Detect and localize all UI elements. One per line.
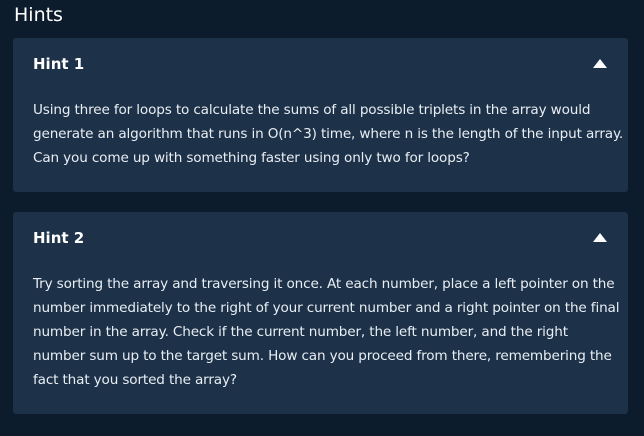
hint-1-body: Using three for loops to calculate the s…	[33, 98, 624, 170]
hint-1-line: Using three for loops to calculate the s…	[33, 102, 591, 118]
hint-card-1: Hint 1 Using three for loops to calculat…	[13, 38, 628, 192]
chevron-up-icon[interactable]	[593, 59, 607, 68]
hint-2-line: fact that you sorted the array?	[33, 372, 237, 388]
hint-2-toggle-header[interactable]: Hint 2	[13, 212, 628, 264]
hint-2-line: number immediately to the right of your …	[33, 300, 620, 316]
hint-2-line: number sum up to the target sum. How can…	[33, 348, 612, 364]
hint-1-line: generate an algorithm that runs in O(n^3…	[33, 126, 624, 142]
hint-1-toggle-header[interactable]: Hint 1	[13, 38, 628, 90]
hint-2-line: number in the array. Check if the curren…	[33, 324, 568, 340]
chevron-up-icon[interactable]	[593, 233, 607, 242]
hints-section-title: Hints	[14, 4, 63, 26]
hint-1-line: Can you come up with something faster us…	[33, 150, 470, 166]
hint-1-title: Hint 1	[33, 55, 85, 73]
hint-card-2: Hint 2 Try sorting the array and travers…	[13, 212, 628, 414]
hint-2-title: Hint 2	[33, 229, 85, 247]
hint-2-line: Try sorting the array and traversing it …	[33, 276, 615, 292]
hint-2-body: Try sorting the array and traversing it …	[33, 272, 620, 392]
